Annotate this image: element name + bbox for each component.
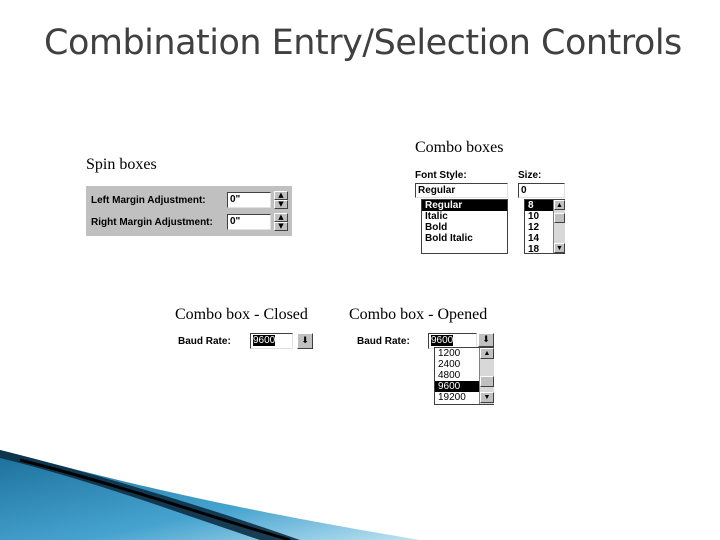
size-input[interactable]: 0 (518, 183, 565, 198)
font-style-list[interactable]: Regular Italic Bold Bold Italic (421, 199, 508, 254)
right-margin-label: Right Margin Adjustment: (91, 217, 213, 228)
spin-down-icon: ▼ (278, 200, 284, 208)
baud-rate-label: Baud Rate: (178, 336, 231, 347)
right-margin-spin-down-button[interactable]: ▼ (274, 222, 288, 231)
spin-up-icon: ▲ (278, 213, 284, 221)
caption-spin-boxes: Spin boxes (86, 156, 157, 173)
scroll-up-icon: ▲ (556, 201, 563, 209)
scroll-up-button[interactable]: ▲ (554, 200, 565, 210)
scroll-up-button[interactable]: ▲ (480, 348, 494, 359)
list-item[interactable]: Italic (422, 211, 507, 222)
scroll-down-button[interactable]: ▼ (480, 392, 494, 403)
size-label: Size: (518, 170, 542, 181)
baud-rate-list[interactable]: 1200 2400 4800 9600 19200 ▲ ▼ (434, 347, 494, 405)
scroll-thumb[interactable] (554, 213, 565, 223)
scroll-down-button[interactable]: ▼ (554, 243, 565, 253)
right-margin-input[interactable]: 0" (227, 214, 271, 230)
baud-rate-value: 9600 (431, 335, 454, 346)
scroll-down-icon: ▼ (483, 394, 491, 401)
dropdown-arrow-icon: ⬇ (482, 334, 490, 345)
font-style-label: Font Style: (415, 170, 467, 181)
baud-rate-dropdown-button[interactable]: ⬇ (297, 333, 313, 349)
scroll-up-icon: ▲ (483, 350, 491, 357)
left-margin-spin-up-button[interactable]: ▲ (274, 191, 288, 200)
dropdown-arrow-icon: ⬇ (301, 335, 309, 346)
size-list[interactable]: 8 10 12 14 18 ▲ ▼ (524, 199, 565, 255)
right-margin-spin-up-button[interactable]: ▲ (274, 213, 288, 222)
baud-rate-closed-input[interactable]: 9600 (250, 333, 293, 349)
spin-down-icon: ▼ (278, 222, 284, 230)
list-item[interactable]: Bold Italic (422, 233, 507, 244)
decorative-swoosh (0, 450, 420, 540)
baud-rate-value: 9600 (253, 335, 276, 346)
baud-list-scrollbar[interactable]: ▲ ▼ (479, 348, 494, 404)
left-margin-spin-down-button[interactable]: ▼ (274, 200, 288, 209)
page-title: Combination Entry/Selection Controls (44, 23, 682, 63)
font-style-input[interactable]: Regular (415, 183, 508, 198)
left-margin-label: Left Margin Adjustment: (91, 195, 206, 206)
scroll-thumb[interactable] (480, 376, 494, 387)
list-item[interactable]: Bold (422, 222, 507, 233)
size-list-scrollbar[interactable]: ▲ ▼ (553, 200, 565, 253)
scroll-down-icon: ▼ (556, 244, 563, 252)
spin-box-panel: Left Margin Adjustment: 0" ▲ ▼ Right Mar… (86, 186, 292, 236)
caption-combo-opened: Combo box - Opened (349, 306, 488, 323)
caption-combo-boxes: Combo boxes (415, 139, 504, 156)
baud-rate-dropdown-button[interactable]: ⬇ (478, 333, 494, 347)
baud-rate-label: Baud Rate: (357, 336, 410, 347)
list-item[interactable]: Regular (422, 200, 507, 211)
caption-combo-closed: Combo box - Closed (175, 306, 308, 323)
left-margin-input[interactable]: 0" (227, 192, 271, 208)
spin-up-icon: ▲ (278, 191, 284, 199)
